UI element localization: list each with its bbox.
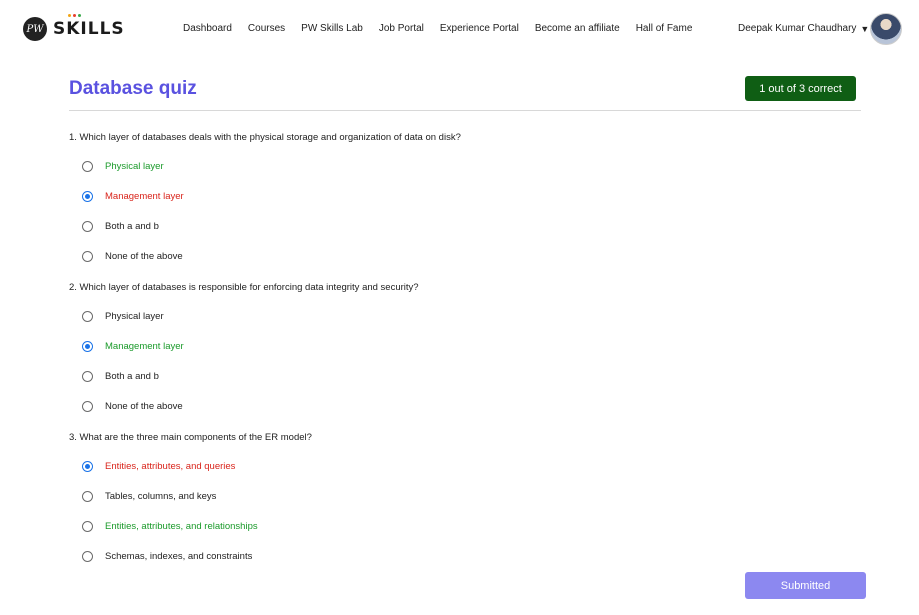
question-1-text: 1. Which layer of databases deals with t… (69, 132, 461, 143)
option-label: Entities, attributes, and relationships (105, 521, 258, 532)
nav-pw-skills-lab[interactable]: PW Skills Lab (301, 23, 363, 34)
avatar[interactable] (870, 13, 902, 45)
submitted-button[interactable]: Submitted (745, 572, 866, 599)
q1-option-1[interactable]: Physical layer (82, 161, 164, 172)
option-label: None of the above (105, 401, 183, 412)
logo-text: SKILLS (53, 19, 125, 39)
radio-button[interactable] (82, 461, 93, 472)
radio-button[interactable] (82, 491, 93, 502)
radio-button[interactable] (82, 341, 93, 352)
radio-button[interactable] (82, 161, 93, 172)
radio-button[interactable] (82, 311, 93, 322)
q1-option-2[interactable]: Management layer (82, 191, 184, 202)
option-label: Physical layer (105, 161, 164, 172)
score-badge: 1 out of 3 correct (745, 76, 856, 101)
q2-option-1[interactable]: Physical layer (82, 311, 164, 322)
nav-courses[interactable]: Courses (248, 23, 285, 34)
top-header: PW SKILLS Dashboard Courses PW Skills La… (0, 0, 919, 58)
option-label: Management layer (105, 191, 184, 202)
nav-become-affiliate[interactable]: Become an affiliate (535, 23, 620, 34)
radio-button[interactable] (82, 251, 93, 262)
nav-experience-portal[interactable]: Experience Portal (440, 23, 519, 34)
option-label: Schemas, indexes, and constraints (105, 551, 253, 562)
pw-logo-icon: PW (23, 17, 47, 41)
option-label: Physical layer (105, 311, 164, 322)
q2-option-4[interactable]: None of the above (82, 401, 183, 412)
nav-dashboard[interactable]: Dashboard (183, 23, 232, 34)
pw-skills-logo[interactable]: PW SKILLS (23, 14, 125, 41)
q1-option-3[interactable]: Both a and b (82, 221, 159, 232)
radio-button[interactable] (82, 371, 93, 382)
question-3-text: 3. What are the three main components of… (69, 432, 312, 443)
radio-button[interactable] (82, 521, 93, 532)
q3-option-3[interactable]: Entities, attributes, and relationships (82, 521, 258, 532)
option-label: Entities, attributes, and queries (105, 461, 236, 472)
radio-button[interactable] (82, 401, 93, 412)
q3-option-4[interactable]: Schemas, indexes, and constraints (82, 551, 252, 562)
caret-down-icon: ▼ (860, 23, 870, 34)
radio-button[interactable] (82, 551, 93, 562)
nav-hall-of-fame[interactable]: Hall of Fame (636, 23, 693, 34)
option-label: Management layer (105, 341, 184, 352)
radio-button[interactable] (82, 191, 93, 202)
q3-option-2[interactable]: Tables, columns, and keys (82, 491, 216, 502)
option-label: Both a and b (105, 221, 159, 232)
user-name: Deepak Kumar Chaudhary (738, 23, 857, 34)
main-nav: Dashboard Courses PW Skills Lab Job Port… (183, 23, 708, 34)
option-label: Tables, columns, and keys (105, 491, 217, 502)
user-menu[interactable]: Deepak Kumar Chaudhary ▼ (738, 23, 869, 34)
q3-option-1[interactable]: Entities, attributes, and queries (82, 461, 235, 472)
logo-mark-text: PW (26, 23, 44, 35)
q2-option-2[interactable]: Management layer (82, 341, 184, 352)
logo-dots-icon (68, 14, 81, 17)
option-label: None of the above (105, 251, 183, 262)
title-divider (69, 110, 861, 111)
nav-job-portal[interactable]: Job Portal (379, 23, 424, 34)
q1-option-4[interactable]: None of the above (82, 251, 183, 262)
radio-button[interactable] (82, 221, 93, 232)
page-title: Database quiz (69, 78, 197, 99)
option-label: Both a and b (105, 371, 159, 382)
logo-wordmark: SKILLS (53, 14, 125, 39)
question-2-text: 2. Which layer of databases is responsib… (69, 282, 419, 293)
q2-option-3[interactable]: Both a and b (82, 371, 159, 382)
